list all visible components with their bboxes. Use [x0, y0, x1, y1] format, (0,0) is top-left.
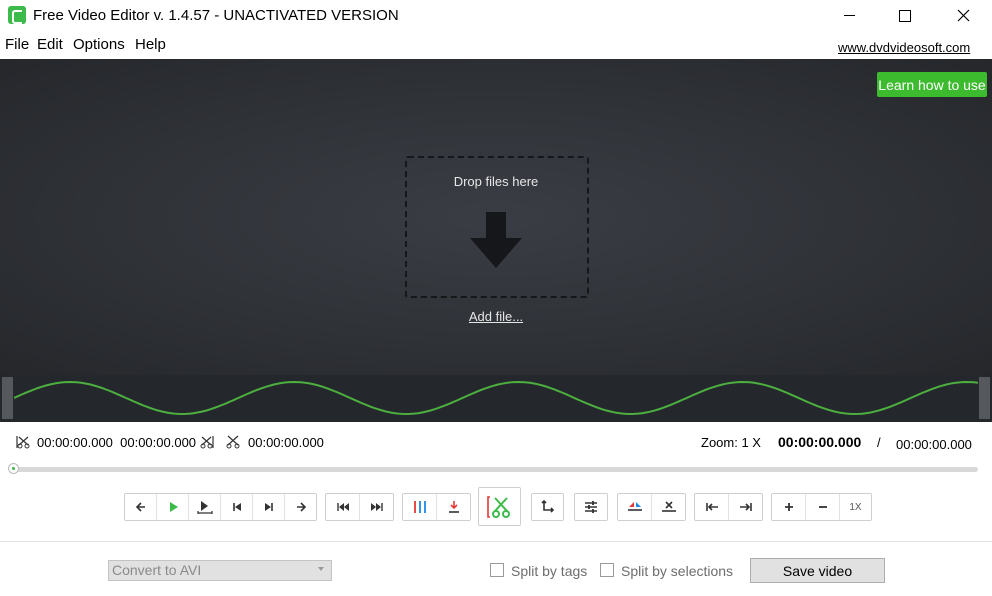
go-to-end-button[interactable] — [253, 494, 285, 520]
bottom-divider — [0, 541, 992, 542]
zoom-controls: 1X — [771, 493, 872, 521]
flip-icon — [627, 502, 642, 511]
remove-button[interactable] — [652, 494, 685, 520]
minus-icon — [818, 506, 827, 508]
menu-help[interactable]: Help — [135, 36, 166, 53]
menu-options[interactable]: Options — [73, 36, 125, 53]
output-format-select[interactable]: Convert to AVI — [108, 560, 332, 581]
split-by-selections-checkbox[interactable] — [600, 563, 614, 577]
play-selection-button[interactable] — [189, 494, 221, 520]
marker-controls — [402, 493, 471, 521]
playback-controls — [124, 493, 317, 521]
minimize-button[interactable] — [826, 0, 872, 31]
download-marker-icon — [448, 501, 459, 513]
zoom-out-button[interactable] — [806, 494, 840, 520]
chevron-down-icon — [318, 567, 324, 571]
rotate-group — [531, 493, 564, 521]
fast-forward-icon — [370, 503, 383, 511]
selection-end-icon[interactable] — [200, 435, 214, 449]
prev-frame-button[interactable] — [125, 494, 157, 520]
menu-file[interactable]: File — [5, 36, 29, 53]
app-logo-icon — [8, 6, 26, 24]
scissors-cut-icon — [486, 495, 510, 518]
split-by-selections-label: Split by selections — [621, 563, 734, 579]
jump-next-icon — [739, 503, 752, 511]
drop-files-label: Drop files here — [453, 174, 539, 189]
rewind-button[interactable] — [326, 494, 360, 520]
minimize-icon — [843, 15, 855, 16]
split-by-tags-checkbox[interactable] — [490, 563, 504, 577]
rotate-icon — [540, 499, 554, 513]
arrow-left-icon — [135, 502, 145, 512]
save-video-button[interactable]: Save video — [750, 558, 885, 583]
fast-forward-button[interactable] — [360, 494, 393, 520]
split-markers-icon — [413, 501, 426, 513]
flip-button[interactable] — [618, 494, 652, 520]
cut-button[interactable] — [478, 487, 521, 526]
rotate-button[interactable] — [532, 494, 563, 520]
skip-end-icon — [264, 503, 273, 511]
download-arrow-icon — [470, 212, 522, 268]
time-separator: / — [877, 435, 881, 450]
remove-x-icon — [661, 501, 676, 512]
maximize-icon — [899, 9, 911, 22]
seek-bar[interactable] — [14, 467, 978, 472]
cut-duration-time: 00:00:00.000 — [248, 435, 324, 450]
adjust-button[interactable] — [575, 494, 607, 520]
zoom-level: Zoom: 1 X — [701, 435, 761, 450]
timeline-right-handle[interactable] — [979, 377, 990, 419]
go-to-start-button[interactable] — [221, 494, 253, 520]
zoom-in-button[interactable] — [772, 494, 806, 520]
effects-controls — [617, 493, 686, 521]
skip-controls — [325, 493, 394, 521]
scissors-icon — [226, 435, 240, 449]
selection-range-time: 00:00:00.000 00:00:00.000 — [37, 435, 197, 450]
seek-knob[interactable] — [8, 463, 19, 474]
sliders-icon — [585, 501, 597, 513]
split-by-tags-label: Split by tags — [511, 563, 588, 579]
close-button[interactable] — [940, 0, 986, 31]
timeline-left-handle[interactable] — [2, 377, 13, 419]
learn-how-to-use-button[interactable]: Learn how to use — [877, 72, 987, 97]
add-marker-button[interactable] — [437, 494, 470, 520]
selection-start-icon[interactable] — [16, 435, 30, 449]
rewind-icon — [336, 503, 349, 511]
jump-controls — [694, 493, 763, 521]
play-button[interactable] — [157, 494, 189, 520]
skip-start-icon — [232, 503, 241, 511]
plus-icon — [784, 503, 793, 511]
website-link[interactable]: www.dvdvideosoft.com — [838, 40, 970, 55]
add-file-link[interactable]: Add file... — [405, 309, 587, 324]
menu-edit[interactable]: Edit — [37, 36, 63, 53]
play-selection-icon — [196, 501, 213, 514]
play-icon — [169, 502, 178, 512]
total-time: 00:00:00.000 — [896, 437, 972, 452]
split-markers-button[interactable] — [403, 494, 437, 520]
jump-prev-icon — [705, 503, 718, 511]
audio-waveform — [14, 380, 978, 416]
settings-group — [574, 493, 608, 521]
close-icon — [957, 9, 969, 22]
zoom-reset-button[interactable]: 1X — [840, 494, 871, 520]
current-time: 00:00:00.000 — [778, 434, 862, 450]
jump-to-prev-button[interactable] — [695, 494, 729, 520]
jump-to-next-button[interactable] — [729, 494, 762, 520]
maximize-button[interactable] — [882, 0, 928, 31]
next-frame-button[interactable] — [285, 494, 316, 520]
window-title: Free Video Editor v. 1.4.57 - UNACTIVATE… — [33, 7, 399, 24]
arrow-right-icon — [296, 502, 306, 512]
